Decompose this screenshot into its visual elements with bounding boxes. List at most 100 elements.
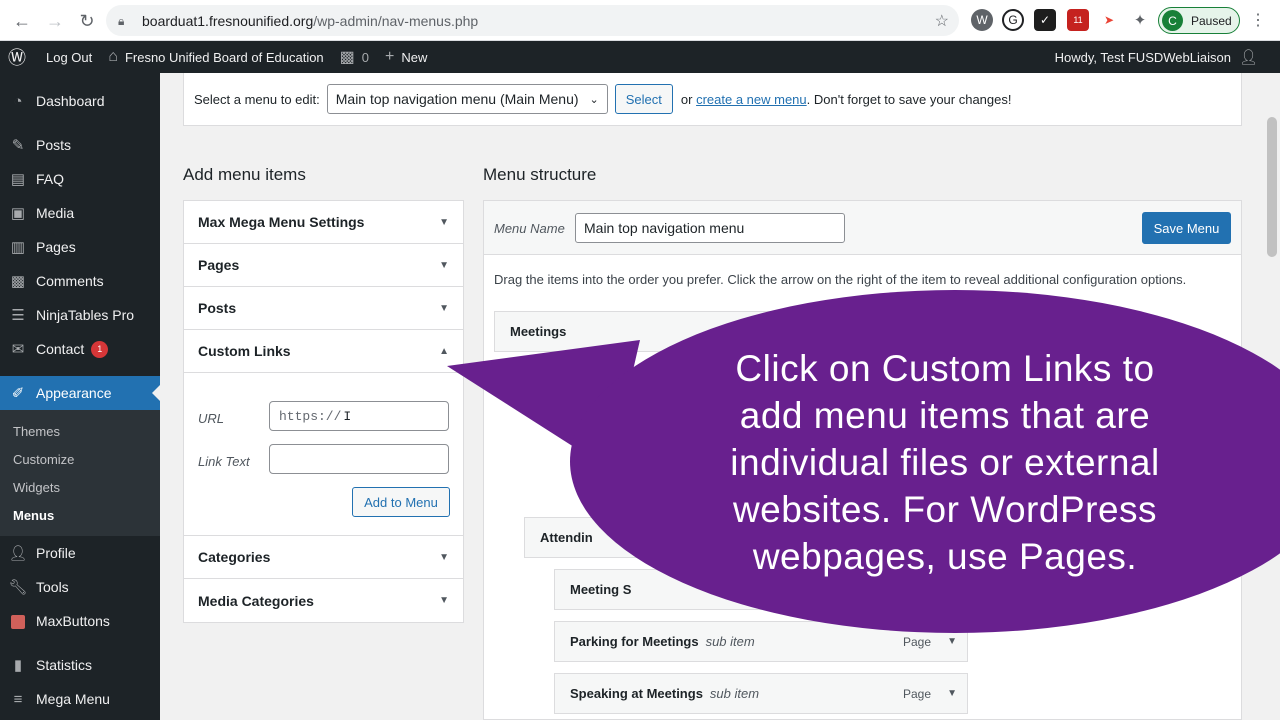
envelope-icon: ✉ (11, 341, 25, 358)
kebab-menu-icon[interactable]: ⋮ (1250, 10, 1266, 30)
browser-toolbar: ← → ↻ 🔒︎ boarduat1.fresnounified.org/wp-… (0, 0, 1280, 41)
sidebar-label: Comments (36, 273, 104, 289)
comments-count: 0 (361, 49, 370, 65)
text-cursor-icon: I (343, 408, 352, 424)
plus-icon: + (385, 48, 395, 65)
sidebar-label: Profile (36, 545, 76, 561)
url-input[interactable]: https://I (269, 401, 449, 431)
add-menu-items-title: Add menu items (183, 165, 306, 184)
selected-menu-value: Main top navigation menu (Main Menu) (335, 91, 579, 107)
reminder-text: . Don't forget to save your changes! (806, 91, 1012, 107)
new-content-link[interactable]: + New (377, 41, 435, 73)
submenu-menus[interactable]: Menus (0, 501, 160, 529)
lock-icon: 🔒︎ (118, 13, 125, 28)
address-bar[interactable]: 🔒︎ boarduat1.fresnounified.org/wp-admin/… (106, 5, 959, 36)
faq-icon: ▤ (10, 171, 26, 188)
bookmark-star-icon[interactable]: ☆ (935, 11, 949, 31)
wordpress-logo-icon[interactable]: Ⓦ (0, 41, 38, 73)
contact-badge: 1 (91, 340, 109, 358)
scrollbar-thumb[interactable] (1267, 117, 1277, 257)
url-placeholder: https:// (279, 408, 342, 424)
callout-line: websites. For WordPress (732, 489, 1158, 530)
comments-link[interactable]: ▩ 0 (332, 41, 377, 73)
user-icon: 👤︎ (8, 545, 28, 562)
submenu-customize[interactable]: Customize (0, 445, 160, 473)
record-extension-icon[interactable]: ➤ (1098, 9, 1120, 31)
sidebar-label: Mega Menu (36, 691, 110, 707)
sidebar-item-contact[interactable]: ✉ Contact 1 (0, 332, 160, 366)
sidebar-label: Statistics (36, 657, 93, 673)
puzzle-extensions-icon[interactable]: ✦ (1129, 9, 1151, 31)
sidebar-item-faq[interactable]: ▤ FAQ (0, 162, 160, 196)
grammarly-extension-icon[interactable]: G (1002, 9, 1024, 31)
url-label: URL (198, 411, 225, 426)
admin-sidebar: ◔ Dashboard ✎ Posts ▤ FAQ ▣ Media ▥ Pages ▩ Co… (0, 73, 160, 720)
chevron-down-icon: ⌄ (589, 93, 599, 106)
sidebar-item-maxbuttons[interactable]: MaxButtons (0, 604, 160, 638)
submenu-themes[interactable]: Themes (0, 417, 160, 445)
forward-icon[interactable]: → (41, 7, 69, 35)
submenu-widgets[interactable]: Widgets (0, 473, 160, 501)
sidebar-label: Posts (36, 137, 72, 153)
sidebar-item-ninjatables[interactable]: ☰ NinjaTables Pro (0, 298, 160, 332)
add-to-menu-button[interactable]: Add to Menu (352, 487, 450, 517)
section-label: Posts (198, 300, 237, 316)
section-max-mega-menu[interactable]: Max Mega Menu Settings ▼ (184, 201, 463, 244)
save-menu-button[interactable]: Save Menu (1142, 212, 1231, 244)
add-items-accordion: Max Mega Menu Settings ▼ Pages ▼ Posts ▼ Cu… (183, 200, 464, 623)
menu-item[interactable]: Speaking at Meetings sub item Page ▼ (554, 673, 968, 714)
comments-icon: ▩ (10, 273, 26, 290)
comment-icon: ▩ (339, 49, 355, 66)
sidebar-label: Contact (36, 341, 85, 357)
howdy-text: Howdy, Test FUSDWebLiaison (1054, 49, 1231, 65)
sidebar-item-megamenu[interactable]: ≡ Mega Menu (0, 682, 160, 716)
sidebar-item-comments[interactable]: ▩ Comments (0, 264, 160, 298)
link-text-input[interactable] (269, 444, 449, 474)
triangle-down-icon[interactable]: ▼ (947, 688, 957, 699)
menu-item-title: Speaking at Meetings (570, 686, 703, 701)
section-label: Media Categories (198, 592, 314, 609)
triangle-down-icon: ▼ (439, 595, 449, 606)
sidebar-item-dashboard[interactable]: ◔ Dashboard (0, 84, 160, 118)
sidebar-item-profile[interactable]: 👤︎ Profile (0, 536, 160, 570)
reload-icon[interactable]: ↻ (73, 7, 101, 35)
avatar: C (1162, 10, 1183, 31)
section-categories[interactable]: Categories ▼ (184, 536, 463, 579)
sidebar-item-pages[interactable]: ▥ Pages (0, 230, 160, 264)
my-account[interactable]: Howdy, Test FUSDWebLiaison 👤︎ (1055, 48, 1258, 66)
triangle-down-icon: ▼ (439, 551, 449, 563)
section-pages[interactable]: Pages ▼ (184, 244, 463, 287)
site-name: Fresno Unified Board of Education (124, 49, 324, 65)
section-label: Max Mega Menu Settings (198, 214, 365, 230)
section-posts[interactable]: Posts ▼ (184, 287, 463, 330)
create-menu-link[interactable]: create a new menu (696, 92, 807, 107)
media-icon: ▣ (10, 205, 26, 222)
triangle-up-icon: ▲ (439, 345, 449, 357)
sidebar-item-tools[interactable]: 🔧︎ Tools (0, 570, 160, 604)
sidebar-item-statistics[interactable]: ▮ Statistics (0, 648, 160, 682)
table-icon: ☰ (11, 307, 25, 324)
calendar-extension-icon[interactable]: 11 (1067, 9, 1089, 31)
menu-name-input[interactable]: Main top navigation menu (575, 213, 845, 243)
logout-link[interactable]: Log Out (38, 41, 100, 73)
item-type: Page (902, 686, 931, 701)
sidebar-label: Media (36, 205, 75, 221)
item-subtag: sub item (709, 686, 760, 701)
select-button[interactable]: Select (614, 84, 673, 114)
back-icon[interactable]: ← (8, 7, 36, 35)
checkbox-extension-icon[interactable]: ✓ (1034, 9, 1056, 31)
section-media-categories[interactable]: Media Categories ▼ (184, 579, 463, 622)
wrench-icon: 🔧︎ (8, 579, 28, 596)
section-custom-links[interactable]: Custom Links ▲ (184, 330, 463, 373)
wp-admin-bar: Ⓦ Log Out ⌂ Fresno Unified Board of Educa… (0, 41, 1280, 73)
sidebar-item-posts[interactable]: ✎ Posts (0, 128, 160, 162)
sidebar-item-media[interactable]: ▣ Media (0, 196, 160, 230)
callout-line: Click on Custom Links to (735, 348, 1155, 389)
menu-select[interactable]: Main top navigation menu (Main Menu) ⌄ (326, 84, 608, 114)
sidebar-item-appearance[interactable]: ✐ Appearance (0, 376, 160, 410)
triangle-down-icon: ▼ (439, 259, 449, 271)
profile-button[interactable]: C Paused (1158, 7, 1240, 34)
wordpress-extension-icon[interactable]: W (971, 9, 993, 31)
triangle-down-icon[interactable]: ▼ (947, 636, 957, 647)
site-name-link[interactable]: ⌂ Fresno Unified Board of Education (100, 41, 331, 73)
